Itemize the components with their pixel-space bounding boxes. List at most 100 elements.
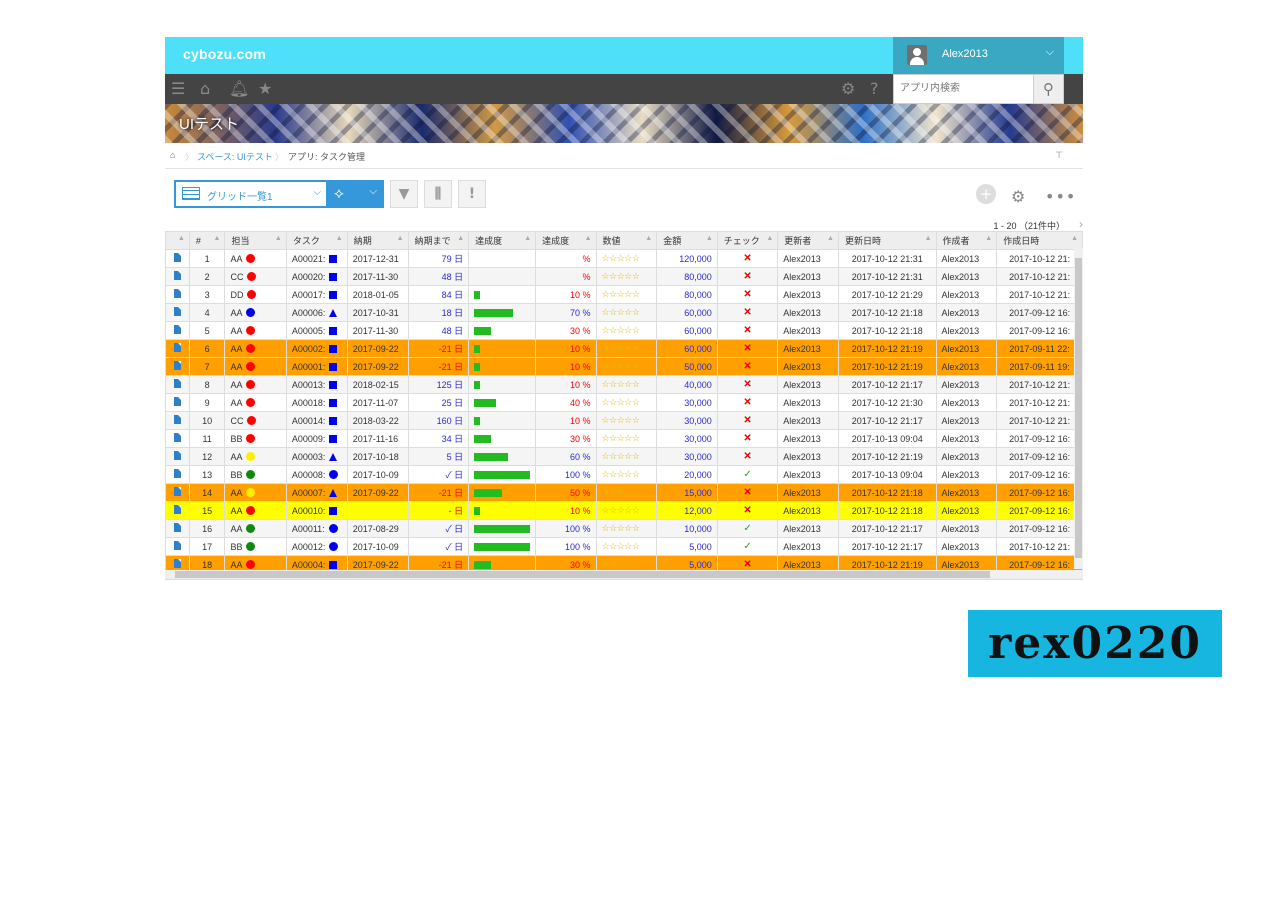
sort-icon[interactable]: ▲ <box>336 235 343 242</box>
table-row[interactable]: 8 AA A00013: 2018-02-15 125 日 10 % ☆☆☆☆☆ 40,000… <box>165 375 1083 394</box>
logo[interactable]: cybozu.com <box>183 46 266 62</box>
column-header[interactable]: 作成日時 ▲ <box>996 231 1083 250</box>
select-header[interactable]: ▲ <box>165 231 190 250</box>
table-row[interactable]: 14 AA A00007: 2017-09-22 -21 日 50 % ★★★☆☆ 15,00… <box>165 483 1083 502</box>
column-header[interactable]: 納期まで ▲ <box>407 231 470 250</box>
sort-icon[interactable]: ▲ <box>766 235 773 242</box>
column-header[interactable]: # ▲ <box>188 231 226 250</box>
record-detail-link[interactable] <box>165 429 190 448</box>
help-icon[interactable]: ? <box>870 80 879 98</box>
updated-at: 2017-10-12 21:19 <box>837 447 937 466</box>
record-detail-link[interactable] <box>165 393 190 412</box>
record-detail-link[interactable] <box>165 321 190 340</box>
column-header[interactable]: 担当 ▲ <box>224 231 287 250</box>
record-detail-link[interactable] <box>165 483 190 502</box>
home-icon[interactable]: ⌂ <box>170 150 175 160</box>
table-row[interactable]: 16 AA A00011: 2017-08-29 ✓ 日 100 % ☆☆☆☆☆ 10,000… <box>165 519 1083 538</box>
table-row[interactable]: 4 AA A00006: 2017-10-31 18 日 70 % ☆☆☆☆☆ 60,000 ✕… <box>165 303 1083 322</box>
chart-button[interactable]: ⫼ <box>424 180 452 208</box>
filter-button[interactable]: ▼ <box>390 180 418 208</box>
sort-icon[interactable]: ▲ <box>585 235 592 242</box>
record-detail-link[interactable] <box>165 411 190 430</box>
record-detail-link[interactable] <box>165 267 190 286</box>
table-row[interactable]: 1 AA A00021: 2017-12-31 79 日% ☆☆☆☆☆ 120,000 ✕ Al… <box>165 249 1083 268</box>
column-header[interactable]: 達成度 ▲ <box>535 231 597 250</box>
home-icon[interactable]: ⌂ <box>200 80 210 98</box>
column-header[interactable]: 更新日時 ▲ <box>837 231 937 250</box>
progress-bar <box>474 543 531 552</box>
task-id: A00017: <box>291 289 326 300</box>
table-row[interactable]: 9 AA A00018: 2017-11-07 25 日 40 % ☆☆☆☆☆ 30,000 ✕… <box>165 393 1083 412</box>
table-row[interactable]: 11 BB A00009: 2017-11-16 34 日 30 % ☆☆☆☆☆ 30,000… <box>165 429 1083 448</box>
record-detail-link[interactable] <box>165 249 190 268</box>
table-row[interactable]: 10 CC A00014: 2018-03-22 160 日 10 % ☆☆☆☆☆ 30,00… <box>165 411 1083 430</box>
sort-icon[interactable]: ▲ <box>457 235 464 242</box>
record-detail-link[interactable] <box>165 375 190 394</box>
column-header[interactable]: 更新者 ▲ <box>777 231 839 250</box>
column-header[interactable]: タスク ▲ <box>285 231 348 250</box>
column-header[interactable]: 金額 ▲ <box>656 231 718 250</box>
table-row[interactable]: 2 CC A00020: 2017-11-30 48 日% ☆☆☆☆☆ 80,000 ✕ Ale… <box>165 267 1083 286</box>
table-row[interactable]: 17 BB A00012: 2017-10-09 ✓ 日 100 % ☆☆☆☆☆ 5,000 ✓… <box>165 537 1083 556</box>
sort-icon[interactable]: ▲ <box>214 235 221 242</box>
record-detail-link[interactable] <box>165 537 190 556</box>
column-header[interactable]: 納期 ▲ <box>346 231 409 250</box>
add-record-button[interactable]: + <box>976 184 996 204</box>
column-header[interactable]: 達成度 ▲ <box>468 231 537 250</box>
square-icon <box>329 362 338 371</box>
table-row[interactable]: 12 AA A00003: 2017-10-18 5 日 60 % ☆☆☆☆☆ 30,000 ✕… <box>165 447 1083 466</box>
progress-percent: 30 % <box>535 321 597 340</box>
record-detail-link[interactable] <box>165 303 190 322</box>
record-detail-link[interactable] <box>165 519 190 538</box>
menu-icon[interactable]: ☰ <box>171 80 185 98</box>
table-row[interactable]: 15 AA A00010: - 日 10 % ☆☆☆☆☆ 12,000 ✕ Alex2013 20… <box>165 501 1083 520</box>
record-detail-link[interactable] <box>165 501 190 520</box>
bell-icon[interactable]: 🔔︎ <box>229 80 249 98</box>
gear-icon[interactable]: ⚙ <box>841 80 855 98</box>
column-header[interactable]: 数値 ▲ <box>595 231 658 250</box>
task: A00021: <box>285 249 348 268</box>
sort-icon[interactable]: ▲ <box>827 235 834 242</box>
table-row[interactable]: 7 AA A00001: 2017-09-22 -21 日 10 % ★★★★★ 50,000… <box>165 357 1083 376</box>
star-icon[interactable]: ★ <box>258 80 272 98</box>
column-header[interactable]: チェック ▲ <box>716 231 779 250</box>
sort-icon[interactable]: ▲ <box>397 235 404 242</box>
gear-icon[interactable]: ⚙ <box>1011 187 1025 206</box>
more-icon[interactable]: ••• <box>1045 187 1076 206</box>
sort-icon[interactable]: ▲ <box>524 235 531 242</box>
sort-icon[interactable]: ▲ <box>925 235 932 242</box>
sort-icon[interactable]: ▲ <box>985 235 992 242</box>
vertical-scrollbar[interactable] <box>1074 248 1083 569</box>
chevron-right-icon[interactable]: › <box>1079 217 1083 231</box>
view-selector[interactable]: グリッド一覧1 ⌵ <box>174 180 328 208</box>
search-input[interactable] <box>894 75 1042 101</box>
record-detail-link[interactable] <box>165 285 190 304</box>
table-row[interactable]: 6 AA A00002: 2017-09-22 -21 日 10 % ★★★★★ 60,000… <box>165 339 1083 358</box>
task-id: A00018: <box>291 397 326 408</box>
sort-icon[interactable]: ▲ <box>1071 235 1078 242</box>
rating-stars: ☆☆☆☆☆ <box>595 501 658 520</box>
sort-icon[interactable]: ▲ <box>645 235 652 242</box>
task-id: A00003: <box>291 451 326 462</box>
updater: Alex2013 <box>777 519 839 538</box>
sort-icon[interactable]: ▲ <box>275 235 282 242</box>
alert-button[interactable]: ! <box>458 180 486 208</box>
record-detail-link[interactable] <box>165 447 190 466</box>
breadcrumb-space[interactable]: スペース: UIテスト <box>197 150 273 163</box>
due-date: 2017-11-16 <box>346 429 409 448</box>
sort-icon[interactable]: ▲ <box>706 235 713 242</box>
table-row[interactable]: 5 AA A00005: 2017-11-30 48 日 30 % ☆☆☆☆☆ 60,000 ✕… <box>165 321 1083 340</box>
table-row[interactable]: 3 DD A00017: 2018-01-05 84 日 10 % ☆☆☆☆☆ 80,000 ✕… <box>165 285 1083 304</box>
breadcrumb-app[interactable]: アプリ: タスク管理 <box>288 150 365 163</box>
record-detail-link[interactable] <box>165 357 190 376</box>
table-row[interactable]: 13 BB A00008: 2017-10-09 ✓ 日 100 % ☆☆☆☆☆ 20,000… <box>165 465 1083 484</box>
search-icon[interactable]: ⚲ <box>1033 75 1063 103</box>
pin-icon[interactable]: ⊤ <box>1055 150 1063 161</box>
column-header[interactable]: 作成者 ▲ <box>935 231 998 250</box>
graph-button[interactable]: ⟡ ⌵ <box>328 180 384 208</box>
horizontal-scrollbar[interactable] <box>165 570 1083 579</box>
record-detail-link[interactable] <box>165 465 190 484</box>
user-menu[interactable]: Alex2013 ⌵ <box>893 37 1064 74</box>
square-icon <box>329 434 338 443</box>
record-detail-link[interactable] <box>165 339 190 358</box>
